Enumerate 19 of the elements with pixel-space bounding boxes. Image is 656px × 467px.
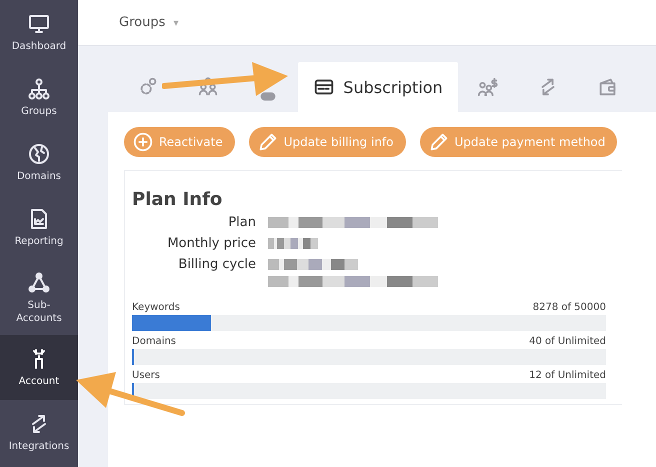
usage-label: Domains bbox=[132, 335, 176, 349]
sidebar-item[interactable]: Sub- Accounts bbox=[0, 260, 78, 335]
field-label: Monthly price bbox=[166, 235, 256, 252]
sidebar-item[interactable]: Integrations bbox=[0, 400, 78, 465]
usage-reading: 8278 of 50000 bbox=[532, 301, 606, 315]
tab[interactable]: Subscription bbox=[298, 62, 458, 112]
usage-reading: 40 of Unlimited bbox=[529, 335, 606, 349]
usage-label: Keywords bbox=[132, 301, 180, 315]
breadcrumb-dropdown[interactable]: Groups ▾ bbox=[119, 15, 179, 30]
sidebar-item[interactable]: Reporting bbox=[0, 195, 78, 260]
field-label: Plan bbox=[227, 214, 256, 231]
sidebar-item[interactable]: Groups bbox=[0, 65, 78, 130]
usage-label: Users bbox=[132, 369, 160, 383]
usage-reading: 12 of Unlimited bbox=[529, 369, 606, 383]
field-label: Billing cycle bbox=[177, 256, 256, 274]
card-title: Plan Info bbox=[132, 189, 224, 210]
sidebar-item[interactable]: Dashboard bbox=[0, 0, 78, 65]
sidebar-item[interactable]: Account bbox=[0, 335, 78, 400]
sidebar-item[interactable]: Domains bbox=[0, 130, 78, 195]
